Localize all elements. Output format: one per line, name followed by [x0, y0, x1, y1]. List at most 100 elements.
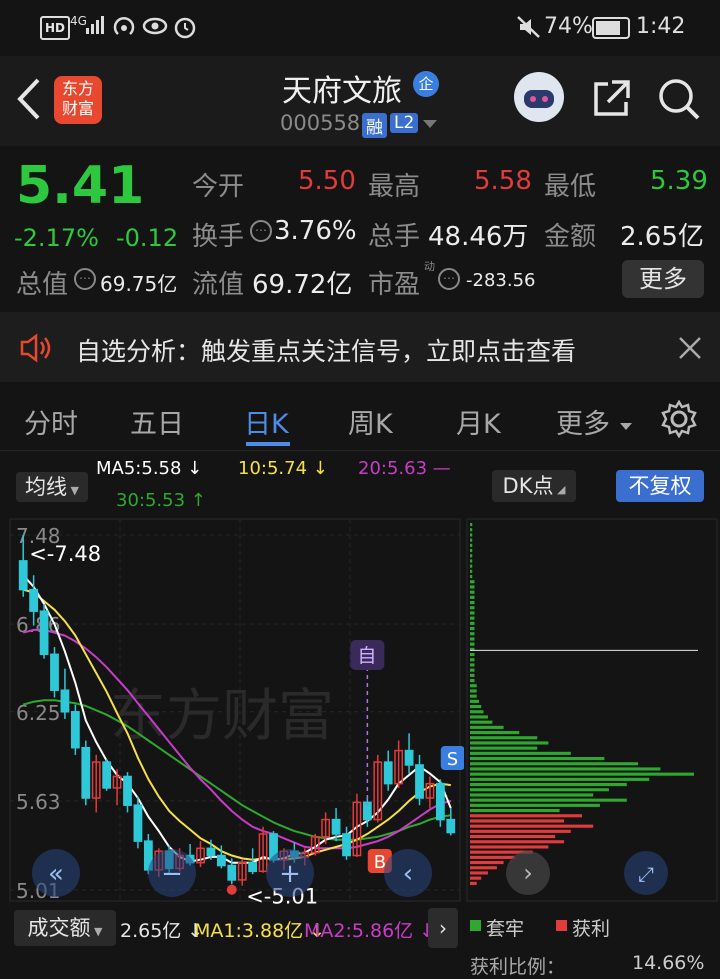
- low-label: 最低: [544, 172, 597, 202]
- clock: 1:42: [636, 14, 686, 39]
- dk-point-button[interactable]: DK点 ◢: [492, 470, 576, 502]
- chevron-right-icon: ›: [523, 859, 533, 887]
- profile-bar: [470, 543, 473, 547]
- float-value: 69.72亿: [252, 270, 353, 300]
- profile-bar: [470, 757, 605, 761]
- profile-bar: [470, 611, 475, 615]
- candle-body: [39, 610, 49, 656]
- signal-dot: [226, 884, 237, 895]
- candle-body: [133, 804, 143, 842]
- profile-bar: [470, 590, 475, 594]
- back-icon[interactable]: [14, 76, 44, 126]
- profile-bar: [470, 772, 694, 776]
- candle-body: [70, 711, 80, 749]
- info-icon[interactable]: ⋯: [438, 268, 460, 290]
- hd-badge: HD: [40, 16, 70, 40]
- candle-body: [216, 854, 226, 867]
- profile-bar: [470, 684, 477, 688]
- search-icon[interactable]: [656, 76, 702, 126]
- high-label: 最高: [368, 172, 421, 202]
- profile-bar: [470, 559, 473, 563]
- profile-bar: [470, 549, 473, 553]
- step-back-button-glyph: ‹: [403, 859, 413, 889]
- candle-body: [331, 818, 341, 835]
- profile-bar: [470, 835, 556, 839]
- volume-value: 2.65亿 ↓: [120, 920, 204, 942]
- y-tick-label: 6.25: [16, 701, 61, 725]
- profile-bar: [470, 777, 650, 781]
- chevron-down-icon[interactable]: [422, 116, 438, 135]
- sell-marker-label: S: [447, 749, 458, 770]
- enterprise-badge: 企: [413, 71, 439, 97]
- profile-bar: [470, 731, 520, 735]
- volume-selector[interactable]: 成交额 ▼: [14, 910, 116, 946]
- profile-frame: [466, 518, 718, 902]
- profile-bar: [470, 538, 473, 542]
- info-icon[interactable]: ⋯: [74, 268, 96, 290]
- dk-point-label: DK点: [502, 474, 554, 498]
- profile-bar: [470, 533, 473, 537]
- profile-bar: [470, 627, 475, 631]
- tab-monthly-k[interactable]: 月K: [456, 402, 501, 441]
- tab-five-day[interactable]: 五日: [130, 402, 184, 441]
- margin-badge: 融: [362, 113, 387, 138]
- candle-body: [206, 847, 216, 857]
- candle-body: [29, 588, 39, 612]
- profile-bar: [470, 715, 488, 719]
- profile-bar: [470, 637, 475, 641]
- profile-bar: [470, 554, 473, 558]
- share-icon[interactable]: [590, 78, 632, 124]
- profile-bar: [470, 845, 549, 849]
- candle-body: [446, 818, 456, 834]
- info-icon[interactable]: ⋯: [250, 220, 272, 242]
- turnover-label: 换手: [192, 222, 245, 252]
- profile-bar: [470, 814, 582, 818]
- adjust-button[interactable]: 不复权: [616, 470, 704, 502]
- profile-bar: [470, 751, 571, 755]
- profile-bar: [470, 528, 473, 532]
- close-icon[interactable]: [678, 336, 702, 364]
- profile-bar: [470, 585, 475, 589]
- tab-more[interactable]: 更多: [556, 402, 610, 441]
- gear-icon[interactable]: [660, 399, 698, 442]
- chevron-right-icon[interactable]: ›: [428, 908, 458, 948]
- profile-bar: [470, 673, 475, 677]
- profile-bar: [470, 694, 477, 698]
- low-value: 5.39: [650, 166, 708, 196]
- tab-intraday[interactable]: 分时: [24, 402, 78, 441]
- pe-label: 市盈: [368, 270, 421, 300]
- profile-bar: [470, 523, 473, 527]
- ma-selector[interactable]: 均线 ▼: [16, 472, 88, 502]
- app-logo: 东方 财富: [54, 76, 102, 124]
- profile-bar: [470, 642, 475, 646]
- candle-body: [227, 864, 237, 881]
- more-button[interactable]: 更多: [622, 260, 704, 298]
- tab-weekly-k[interactable]: 周K: [348, 402, 393, 441]
- pe-dynamic-sup: 动: [424, 260, 435, 273]
- self-select-marker-label: 自: [357, 645, 376, 667]
- profile-bar: [470, 741, 549, 745]
- profile-bar: [470, 580, 475, 584]
- candle-body: [60, 689, 70, 713]
- current-price: 5.41: [16, 156, 145, 216]
- profile-bar: [470, 595, 475, 599]
- open-label: 今开: [192, 172, 245, 202]
- tab-daily-k[interactable]: 日K: [244, 402, 289, 441]
- candlestick-chart[interactable]: 东方财富7.486.866.255.635.01<-7.48<-5.01自BS«…: [0, 515, 464, 905]
- profile-bar: [470, 699, 479, 703]
- profile-bar: [470, 736, 538, 740]
- profit-legend-label: 获利: [572, 918, 611, 940]
- hotspot-icon: [112, 14, 138, 42]
- profile-bar: [470, 762, 638, 766]
- candle-body: [404, 749, 414, 766]
- notice-bar[interactable]: 自选分析：触发重点关注信号，立即点击查看: [0, 312, 720, 382]
- profile-bar: [470, 876, 482, 880]
- profile-bar: [470, 824, 594, 828]
- candle-body: [248, 861, 258, 873]
- assistant-robot-icon[interactable]: [514, 72, 564, 122]
- float-label: 流值: [192, 270, 245, 300]
- profile-bar: [470, 783, 627, 787]
- candle-body: [81, 746, 91, 799]
- ma10-readout: 10:5.74 ↓: [238, 458, 328, 479]
- profile-bar: [470, 866, 497, 870]
